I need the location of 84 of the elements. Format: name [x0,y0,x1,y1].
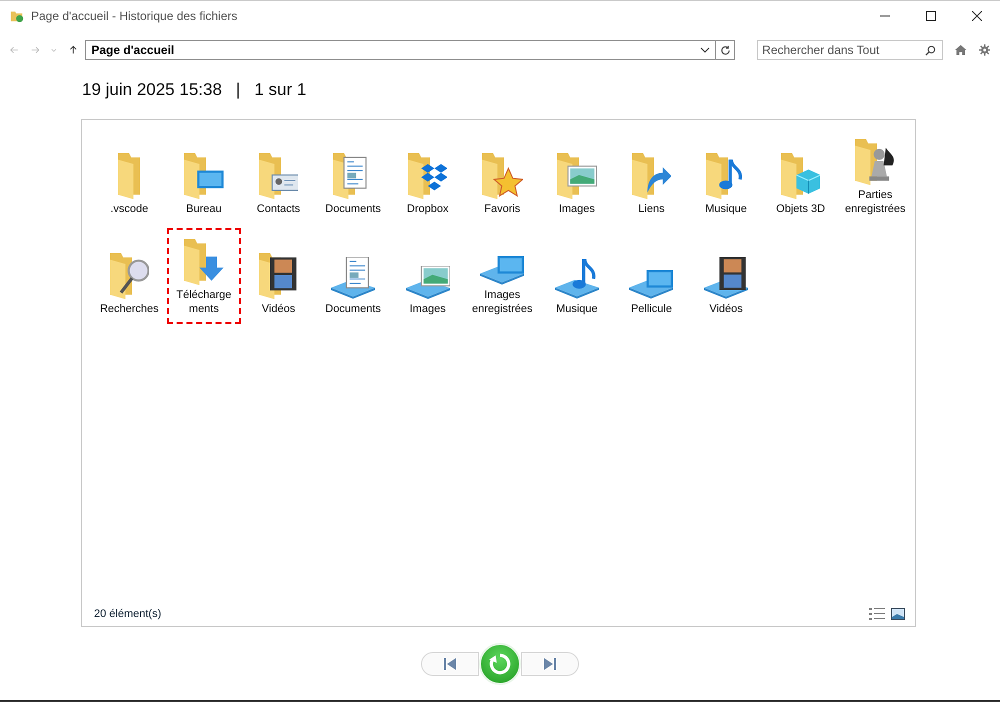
caret-icon[interactable] [700,45,710,55]
file-item[interactable]: Dropbox [390,128,465,224]
skip-forward-icon [543,658,557,670]
folder-with-chess-pawn-icon [855,138,896,185]
item-label: Favoris [483,202,522,216]
item-label: .vscode [109,202,150,216]
maximize-icon [926,11,936,21]
settings-icon[interactable] [978,42,990,58]
folder-with-star-icon [482,152,523,199]
item-label: Musique [704,202,748,216]
file-item[interactable]: Images [540,128,614,224]
file-item[interactable]: .vscode [92,128,167,224]
item-label: Contacts [256,202,302,216]
folder-with-diamonds-icon [408,152,448,199]
address-text: Page d'accueil [91,43,174,57]
file-item[interactable]: Vidéos [241,228,316,324]
item-label: Recherches [98,302,160,316]
up-arrow-icon[interactable] [68,44,78,56]
library-monitor-icon [629,270,674,299]
folder-icon [118,152,140,199]
item-label: Liens [637,202,666,216]
library-document-icon [331,257,376,299]
item-label: Vidéos [708,302,744,316]
file-item[interactable]: Parties enregistrées [838,128,913,224]
item-count: 20 élément(s) [94,608,162,620]
item-label: Objets 3D [775,202,826,216]
app-icon [10,9,24,23]
file-item[interactable]: Liens [614,128,689,224]
item-label: Vidéos [260,302,296,316]
window-title: Page d'accueil - Historique des fichiers [31,9,238,23]
item-label: Images enregistrées [470,288,534,316]
library-picture-icon [406,266,450,299]
file-item[interactable]: Documents [316,128,390,224]
item-label: Images [558,202,596,216]
file-item[interactable]: Contacts [241,128,316,224]
file-item[interactable]: Favoris [464,128,540,224]
file-item[interactable]: Musique [688,128,764,224]
refresh-icon [720,44,731,56]
item-label: Musique [555,302,599,316]
file-item[interactable]: Images [390,228,465,324]
item-label: Parties enregistrées [844,188,906,216]
library-music-note-icon [554,259,599,299]
file-item[interactable]: Musique [540,228,614,324]
item-label: Pellicule [630,302,673,316]
item-label: Bureau [185,202,223,216]
search-field[interactable]: Rechercher dans Tout [757,40,944,60]
circular-arrow-icon [487,650,513,676]
separator-text: | [236,80,240,100]
file-item[interactable]: Documents [316,228,390,324]
folder-with-down-arrow-icon [184,238,224,285]
file-item[interactable]: Objets 3D [763,128,838,224]
library-monitor-icon [480,256,524,285]
details-view-icon[interactable] [869,607,885,621]
file-item[interactable]: Pellicule [614,228,689,324]
folder-with-contact-card-icon [258,152,298,199]
address-bar[interactable]: Page d'accueil [85,40,716,60]
item-label: Documents [324,302,382,316]
search-icon[interactable] [925,45,936,56]
file-item[interactable]: Bureau [166,128,242,224]
file-item[interactable]: Télécharge ments [166,228,242,324]
next-button[interactable] [521,652,579,676]
backup-date: 19 juin 2025 15:38 [82,80,222,100]
folder-with-curved-arrow-icon [632,152,672,199]
item-label: Documents [324,202,382,216]
item-label: Dropbox [406,202,450,216]
folder-with-film-strip-icon [258,252,298,299]
file-item[interactable]: Images enregistrées [464,228,540,324]
item-label: Images [408,302,447,316]
previous-button[interactable] [421,652,479,676]
folder-with-picture-icon [557,152,597,199]
home-icon[interactable] [955,42,967,58]
item-label: Télécharge ments [175,288,232,316]
refresh-button[interactable] [716,40,736,60]
folder-with-magnifier-icon [110,252,150,299]
version-position: 1 sur 1 [254,80,306,100]
file-item[interactable]: Recherches [92,228,167,324]
skip-back-icon [443,658,457,670]
library-film-strip-icon [704,257,748,299]
restore-button[interactable] [479,642,521,684]
close-icon [972,11,982,21]
folder-with-monitor-icon [184,152,224,199]
file-item[interactable]: Vidéos [688,228,764,324]
folder-with-cube-icon [780,152,820,199]
picture-view-icon[interactable] [891,608,905,620]
